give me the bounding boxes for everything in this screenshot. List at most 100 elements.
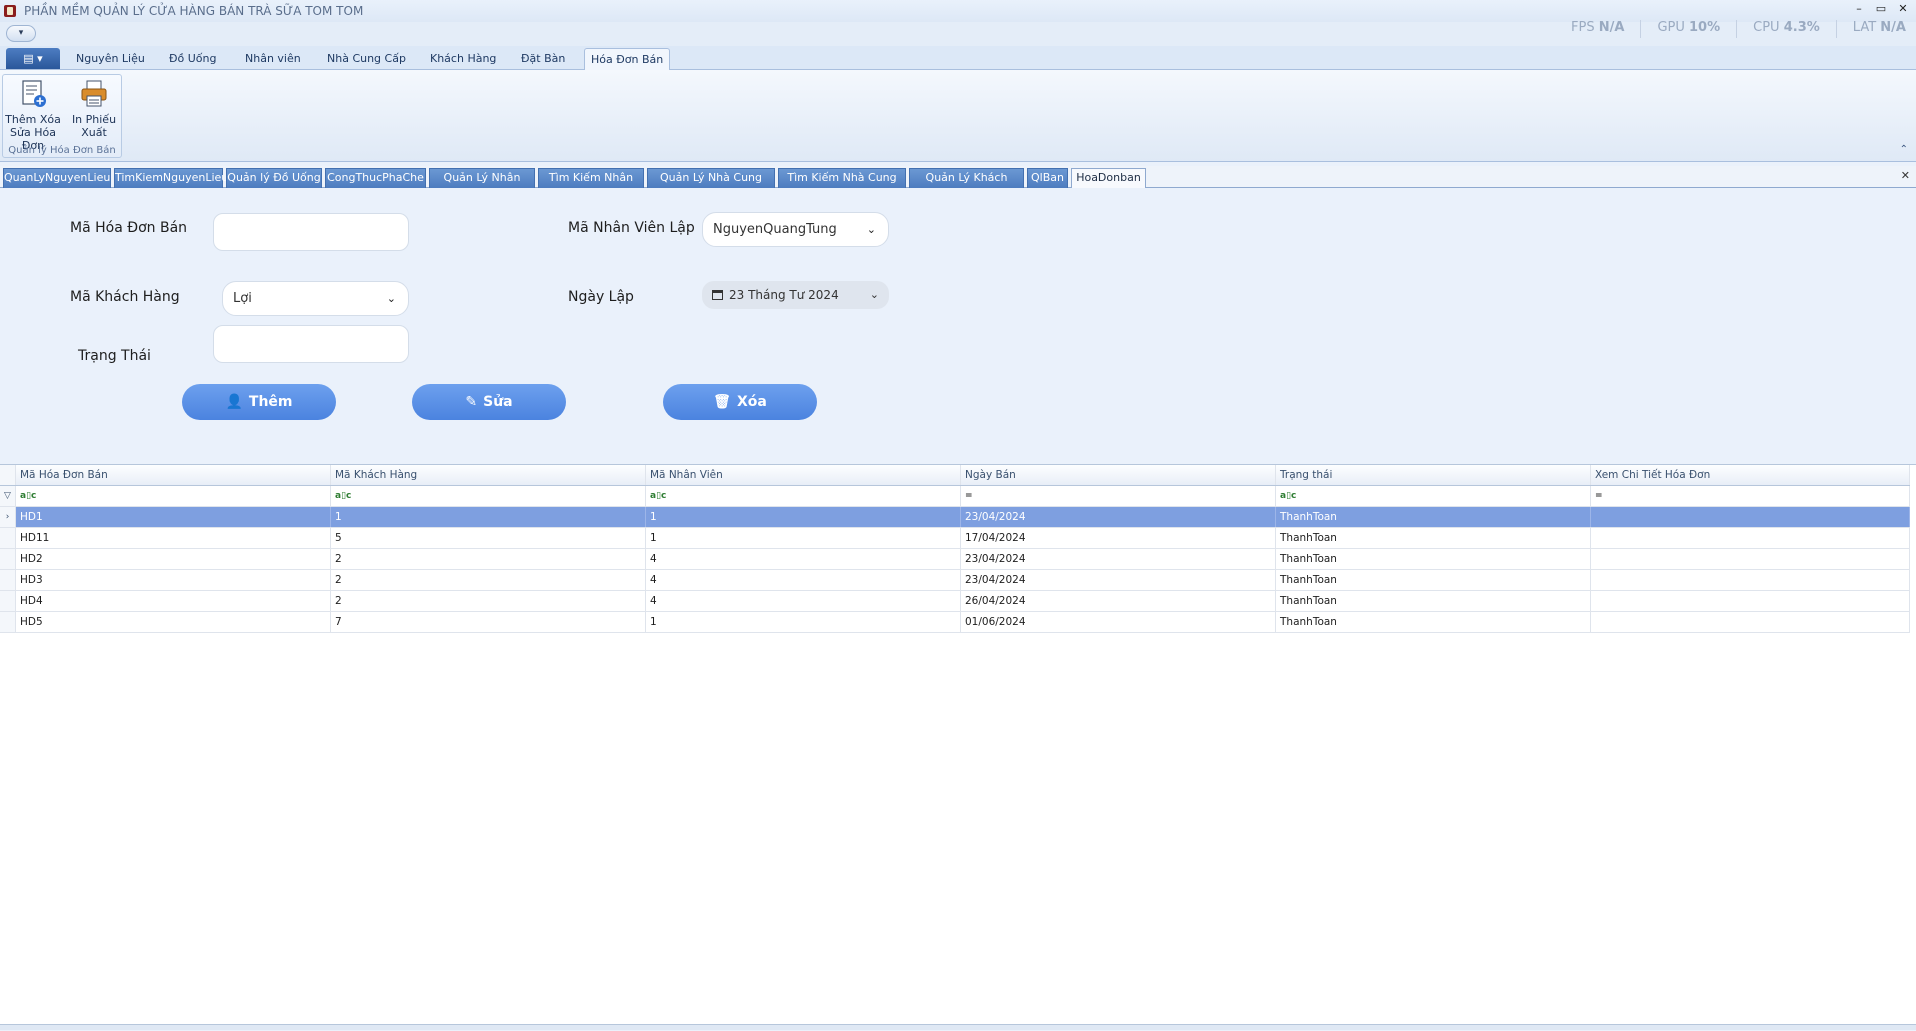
table-cell[interactable]: 23/04/2024 <box>961 549 1276 569</box>
application-menu-button[interactable]: ▤ ▾ <box>6 48 60 69</box>
table-cell[interactable]: HD3 <box>16 570 331 590</box>
doc-tab-qlban[interactable]: QlBan <box>1027 168 1068 188</box>
doc-tab-congthucphache[interactable]: CongThucPhaChe <box>325 168 426 188</box>
row-indicator[interactable]: › <box>0 507 16 527</box>
table-cell[interactable]: 23/04/2024 <box>961 570 1276 590</box>
ribbon-tab-hoa-don-ban[interactable]: Hóa Đơn Bán <box>584 48 671 70</box>
ma-khach-hang-select[interactable]: Lợi ⌄ <box>222 281 409 316</box>
table-cell[interactable]: 17/04/2024 <box>961 528 1276 548</box>
table-row[interactable]: HD4 2 4 26/04/2024 ThanhToan <box>0 591 1910 612</box>
column-header-ngay-ban[interactable]: Ngày Bán <box>961 465 1276 485</box>
column-header-xem-chi-tiet[interactable]: Xem Chi Tiết Hóa Đơn <box>1591 465 1910 485</box>
column-header-ma-khach-hang[interactable]: Mã Khách Hàng <box>331 465 646 485</box>
table-cell[interactable]: 23/04/2024 <box>961 507 1276 527</box>
filter-icon: ▽ <box>0 486 16 506</box>
ma-nhan-vien-select[interactable]: NguyenQuangTung ⌄ <box>702 212 889 247</box>
table-row[interactable]: HD11 5 1 17/04/2024 ThanhToan <box>0 528 1910 549</box>
minimize-button[interactable]: – <box>1852 2 1866 15</box>
table-cell[interactable]: 2 <box>331 549 646 569</box>
table-cell[interactable]: 26/04/2024 <box>961 591 1276 611</box>
doc-tab-quan-ly-khach-hang[interactable]: Quản Lý Khách Hàng <box>909 168 1024 202</box>
table-cell[interactable] <box>1591 528 1910 548</box>
sua-button[interactable]: ✎ Sửa <box>412 384 566 420</box>
table-cell[interactable]: 1 <box>331 507 646 527</box>
doc-tab-tim-kiem-nha-cung-cap[interactable]: Tìm Kiếm Nhà Cung Cấp <box>778 168 906 202</box>
table-row[interactable]: HD3 2 4 23/04/2024 ThanhToan <box>0 570 1910 591</box>
them-button[interactable]: 👤 Thêm <box>182 384 336 420</box>
ma-hoa-don-input[interactable] <box>213 213 409 251</box>
table-cell[interactable]: 01/06/2024 <box>961 612 1276 632</box>
filter-cell[interactable]: a▯c <box>646 486 961 506</box>
ribbon-tab-nguyen-lieu[interactable]: Nguyên Liệu <box>70 48 151 70</box>
doc-tab-quanlynguyenlieu[interactable]: QuanLyNguyenLieu <box>3 168 111 188</box>
row-indicator[interactable] <box>0 612 16 632</box>
quick-access-dropdown[interactable]: ▾ <box>6 25 36 42</box>
table-cell[interactable]: ThanhToan <box>1276 570 1591 590</box>
table-cell[interactable]: HD11 <box>16 528 331 548</box>
column-header-trang-thai[interactable]: Trạng thái <box>1276 465 1591 485</box>
table-cell[interactable]: 2 <box>331 570 646 590</box>
table-cell[interactable]: ThanhToan <box>1276 528 1591 548</box>
filter-cell[interactable]: a▯c <box>331 486 646 506</box>
table-cell[interactable] <box>1591 591 1910 611</box>
in-phieu-xuat-button[interactable]: In Phiếu Xuất <box>65 77 123 143</box>
table-row[interactable]: HD5 7 1 01/06/2024 ThanhToan <box>0 612 1910 633</box>
table-cell[interactable]: 1 <box>646 507 961 527</box>
table-cell[interactable] <box>1591 507 1910 527</box>
doc-tab-tim-kiem-nhan-vien[interactable]: Tìm Kiếm Nhân Viên <box>538 168 644 202</box>
table-cell[interactable]: HD2 <box>16 549 331 569</box>
column-header-ma-nhan-vien[interactable]: Mã Nhân Viên <box>646 465 961 485</box>
close-button[interactable]: ✕ <box>1896 2 1910 15</box>
maximize-button[interactable]: ▭ <box>1874 2 1888 15</box>
row-indicator[interactable] <box>0 570 16 590</box>
filter-cell[interactable]: a▯c <box>1276 486 1591 506</box>
ribbon-tab-dat-ban[interactable]: Đặt Bàn <box>515 48 571 70</box>
table-cell[interactable]: 5 <box>331 528 646 548</box>
table-cell[interactable] <box>1591 570 1910 590</box>
table-cell[interactable]: 4 <box>646 570 961 590</box>
table-cell[interactable]: HD1 <box>16 507 331 527</box>
ribbon-tab-nha-cung-cap[interactable]: Nhà Cung Cấp <box>321 48 412 70</box>
row-indicator[interactable] <box>0 528 16 548</box>
row-indicator[interactable] <box>0 549 16 569</box>
column-header-ma-hoa-don[interactable]: Mã Hóa Đơn Bán <box>16 465 331 485</box>
grid-filter-row: ▽ a▯c a▯c a▯c = a▯c = <box>0 486 1910 507</box>
ngay-lap-datepicker[interactable]: 23 Tháng Tư 2024 ⌄ <box>702 281 889 309</box>
table-row[interactable]: HD2 2 4 23/04/2024 ThanhToan <box>0 549 1910 570</box>
table-cell[interactable]: 4 <box>646 549 961 569</box>
table-cell[interactable]: 4 <box>646 591 961 611</box>
doc-tab-timkiemnguyenlieu[interactable]: TimKiemNguyenLieu <box>114 168 228 188</box>
table-cell[interactable]: ThanhToan <box>1276 549 1591 569</box>
filter-cell[interactable]: a▯c <box>16 486 331 506</box>
table-row[interactable]: › HD1 1 1 23/04/2024 ThanhToan <box>0 507 1910 528</box>
doc-tab-hoadonban[interactable]: HoaDonban <box>1071 168 1146 188</box>
ribbon-tab-khach-hang[interactable]: Khách Hàng <box>424 48 502 70</box>
table-cell[interactable]: 1 <box>646 528 961 548</box>
calendar-icon <box>712 290 723 300</box>
ribbon-tab-nhan-vien[interactable]: Nhân viên <box>239 48 307 70</box>
ribbon-collapse-icon[interactable]: ⌃ <box>1900 144 1908 155</box>
table-cell[interactable]: 2 <box>331 591 646 611</box>
table-cell[interactable]: HD4 <box>16 591 331 611</box>
close-document-icon[interactable]: ✕ <box>1901 169 1910 182</box>
table-cell[interactable] <box>1591 612 1910 632</box>
filter-cell[interactable]: = <box>961 486 1276 506</box>
user-add-icon: 👤 <box>225 394 243 410</box>
doc-tab-quan-ly-do-uong[interactable]: Quản lý Đồ Uống <box>226 168 322 188</box>
doc-tab-quan-ly-nhan-vien[interactable]: Quản Lý Nhân Viên <box>429 168 535 202</box>
filter-cell[interactable]: = <box>1591 486 1910 506</box>
doc-tab-quan-ly-nha-cung-cap[interactable]: Quản Lý Nhà Cung Cấp <box>647 168 775 202</box>
xoa-button[interactable]: 🗑 Xóa <box>663 384 817 420</box>
table-cell[interactable]: HD5 <box>16 612 331 632</box>
table-cell[interactable]: 7 <box>331 612 646 632</box>
row-indicator[interactable] <box>0 591 16 611</box>
table-cell[interactable]: ThanhToan <box>1276 591 1591 611</box>
window-title: PHẦN MỀM QUẢN LÝ CỬA HÀNG BÁN TRÀ SỮA TO… <box>24 4 364 18</box>
table-cell[interactable]: 1 <box>646 612 961 632</box>
table-cell[interactable]: ThanhToan <box>1276 612 1591 632</box>
table-cell[interactable] <box>1591 549 1910 569</box>
table-cell[interactable]: ThanhToan <box>1276 507 1591 527</box>
them-xoa-sua-hoa-don-button[interactable]: Thêm Xóa Sửa Hóa Đơn <box>4 77 62 152</box>
trang-thai-input[interactable] <box>213 325 409 363</box>
ribbon-tab-do-uong[interactable]: Đồ Uống <box>163 48 223 70</box>
